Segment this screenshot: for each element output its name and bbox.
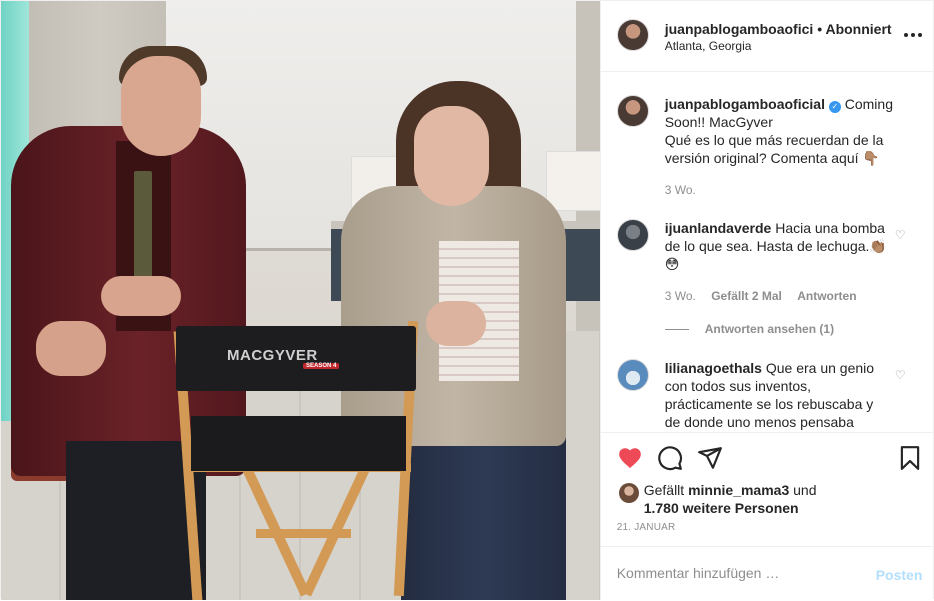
bookmark-icon[interactable] (897, 445, 925, 473)
caption-age[interactable]: 3 Wo. (665, 183, 696, 197)
comment-age[interactable]: 3 Wo. (665, 289, 696, 303)
add-comment-bar: Posten (600, 546, 934, 601)
comment-likes[interactable]: Gefällt 2 Mal (711, 289, 782, 303)
photo-man-hand (36, 321, 106, 376)
header-username[interactable]: juanpablogamboaofici (665, 21, 814, 37)
side-panel: juanpablogamboaofici • Abonniert Atlanta… (599, 1, 934, 601)
header-name-line: juanpablogamboaofici • Abonniert (665, 21, 892, 37)
comment-meta: 3 Wo. Gefällt 2 Mal Antworten (665, 289, 869, 303)
likes-user[interactable]: minnie_mama3 (688, 482, 789, 498)
photo-man-hand (101, 276, 181, 316)
reply-button[interactable]: Antworten (797, 289, 856, 303)
send-icon[interactable] (697, 445, 725, 473)
comment-text: ijuanlandaverde Hacia una bomba de lo qu… (665, 219, 890, 273)
action-bar (617, 445, 921, 473)
like-comment-heart-icon[interactable]: ♡ (895, 369, 907, 381)
photo-man-tie (134, 171, 152, 291)
view-replies-button[interactable]: Antworten ansehen (1) (664, 322, 835, 336)
likes-middle: und (793, 482, 817, 498)
location-link[interactable]: Atlanta, Georgia (665, 39, 752, 53)
chair-brand-text: MACGYVER (227, 347, 318, 364)
post-button[interactable]: Posten (876, 567, 923, 583)
comment-text: lilianagoethals Que era un genio con tod… (665, 359, 890, 431)
post-date[interactable]: 21. JANUAR (617, 522, 676, 533)
replies-line (664, 329, 689, 331)
likes-text: Gefällt minnie_mama3 und 1.780 weitere P… (644, 481, 914, 517)
caption-text: juanpablogamboaoficial ✓ Coming Soon!! M… (665, 95, 905, 167)
comment-icon[interactable] (657, 445, 685, 473)
photo-box (546, 151, 600, 211)
photo-woman-hand (426, 301, 486, 346)
more-icon[interactable] (903, 25, 923, 45)
avatar[interactable] (618, 483, 639, 503)
avatar[interactable] (616, 219, 649, 251)
comment-username[interactable]: ijuanlandaverde (665, 220, 772, 236)
post-container: MACGYVER SEASON 4 juanpablogamboaofici •… (0, 0, 934, 601)
likes-prefix: Gefällt (643, 482, 685, 498)
chair-season-badge: SEASON 4 (303, 363, 340, 369)
comment-username[interactable]: lilianagoethals (665, 360, 762, 376)
caption-line-2: Qué es lo que más recuerdan de la versió… (664, 132, 884, 166)
chair-seat (191, 416, 406, 471)
verified-badge-icon: ✓ (828, 101, 841, 113)
header-separator: • (817, 21, 823, 37)
chair-bar (256, 529, 351, 538)
post-header: juanpablogamboaofici • Abonniert Atlanta… (600, 1, 934, 72)
caption-username[interactable]: juanpablogamboaoficial (665, 96, 825, 112)
comment-input[interactable] (616, 565, 857, 581)
avatar[interactable] (616, 359, 649, 391)
likes-others[interactable]: 1.780 weitere Personen (644, 500, 799, 516)
comments-list[interactable]: juanpablogamboaoficial ✓ Coming Soon!! M… (601, 73, 934, 432)
photo-man-head (121, 56, 201, 156)
post-photo[interactable]: MACGYVER SEASON 4 (1, 1, 600, 600)
follow-status-button[interactable]: Abonniert (825, 21, 891, 37)
heart-filled-icon[interactable] (617, 445, 645, 473)
photo-woman-head (414, 106, 489, 206)
avatar[interactable] (616, 19, 649, 51)
avatar[interactable] (616, 95, 649, 127)
post-actions: Gefällt minnie_mama3 und 1.780 weitere P… (600, 432, 934, 601)
view-replies-label: Antworten ansehen (1) (704, 322, 835, 336)
like-comment-heart-icon[interactable]: ♡ (895, 229, 907, 241)
caption-meta: 3 Wo. (665, 183, 708, 197)
